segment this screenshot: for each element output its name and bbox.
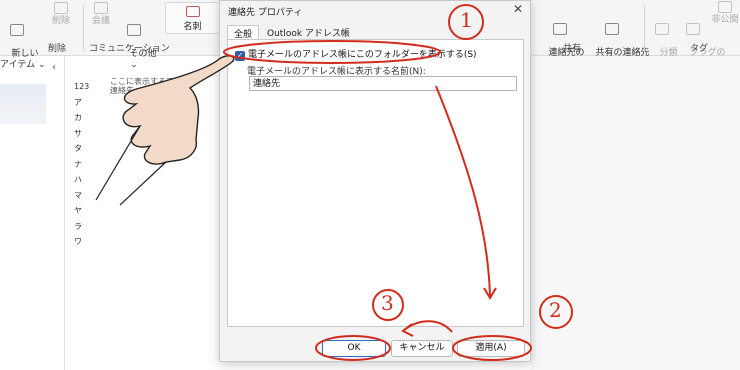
index-item[interactable]: サ xyxy=(74,126,89,142)
group-delete-label: 削除 xyxy=(48,44,67,54)
meeting-label: 会議 xyxy=(91,16,110,26)
group-share-label: 共有 xyxy=(563,44,582,54)
step-1-number: 1 xyxy=(460,8,473,32)
index-item[interactable]: ラ xyxy=(74,219,89,235)
delete-label: 削除 xyxy=(51,16,70,26)
people-icon xyxy=(127,24,141,36)
apply-button[interactable]: 適用(A) xyxy=(457,340,525,357)
index-item[interactable]: マ xyxy=(74,188,89,204)
index-item[interactable]: ナ xyxy=(74,157,89,173)
index-item[interactable]: タ xyxy=(74,141,89,157)
index-item[interactable]: ワ xyxy=(74,234,89,250)
group-tags-label: タグ xyxy=(690,44,709,54)
tab-outlook-address-book[interactable]: Outlook アドレス帳 xyxy=(261,25,356,39)
mail-icon xyxy=(10,24,24,36)
category-icon xyxy=(655,23,669,35)
cancel-button[interactable]: キャンセル xyxy=(391,340,453,357)
delete-icon xyxy=(54,2,68,14)
lock-icon xyxy=(718,1,732,13)
empty-view-message: ここに表示するアイテ 連絡先... をダブ xyxy=(110,77,190,95)
private-label: 非公開 xyxy=(711,15,739,25)
checkbox-label: 電子メールのアドレス帳にこのフォルダーを表示する(S) xyxy=(248,50,477,60)
step-3-number: 3 xyxy=(381,291,394,315)
contact-index-list: 123 ア カ サ タ ナ ハ マ ヤ ラ ワ xyxy=(74,79,89,250)
delete-button[interactable]: 削除 xyxy=(48,2,74,27)
dialog-title: 連絡先 プロパティ xyxy=(228,8,303,18)
tab-general[interactable]: 全般 xyxy=(227,25,260,40)
namecard-label: 名刺 xyxy=(183,22,202,32)
index-item[interactable]: カ xyxy=(74,110,89,126)
meeting-button[interactable]: 会議 xyxy=(88,2,114,27)
folder-pane-blurred xyxy=(0,84,46,124)
collapse-chevron-icon[interactable]: ‹ xyxy=(52,62,56,73)
flag-icon xyxy=(686,23,700,35)
index-item[interactable]: ハ xyxy=(74,172,89,188)
pane-divider xyxy=(64,56,65,370)
reading-pane xyxy=(530,56,740,370)
index-item[interactable]: ヤ xyxy=(74,203,89,219)
step-2-number: 2 xyxy=(549,298,562,322)
new-item-label: 新しい アイテム ⌄ xyxy=(0,49,46,70)
ok-button[interactable]: OK xyxy=(322,340,386,357)
open-shared-icon xyxy=(605,23,619,35)
private-button[interactable]: 非公開 xyxy=(710,1,740,26)
address-book-name-input[interactable]: 連絡先 xyxy=(249,76,517,91)
new-item-button[interactable]: 新しい アイテム ⌄ xyxy=(0,2,46,82)
meeting-icon xyxy=(94,2,108,14)
group-communication-label: コミュニケーション xyxy=(89,44,170,54)
index-item[interactable]: ア xyxy=(74,95,89,111)
close-icon[interactable]: ✕ xyxy=(513,2,523,16)
ribbon-separator xyxy=(83,4,84,52)
checkbox-checked-icon[interactable]: ✓ xyxy=(235,51,245,61)
show-in-address-book-checkbox[interactable]: ✓ 電子メールのアドレス帳にこのフォルダーを表示する(S) xyxy=(235,47,477,61)
share-icon xyxy=(553,23,567,35)
ribbon-separator xyxy=(644,4,645,52)
contacts-properties-dialog: 連絡先 プロパティ ✕ 全般 Outlook アドレス帳 ✓ 電子メールのアドレス… xyxy=(219,0,531,362)
namecard-button[interactable]: 名刺 xyxy=(165,2,220,34)
index-item[interactable]: 123 xyxy=(74,79,89,95)
namecard-icon xyxy=(186,6,200,17)
